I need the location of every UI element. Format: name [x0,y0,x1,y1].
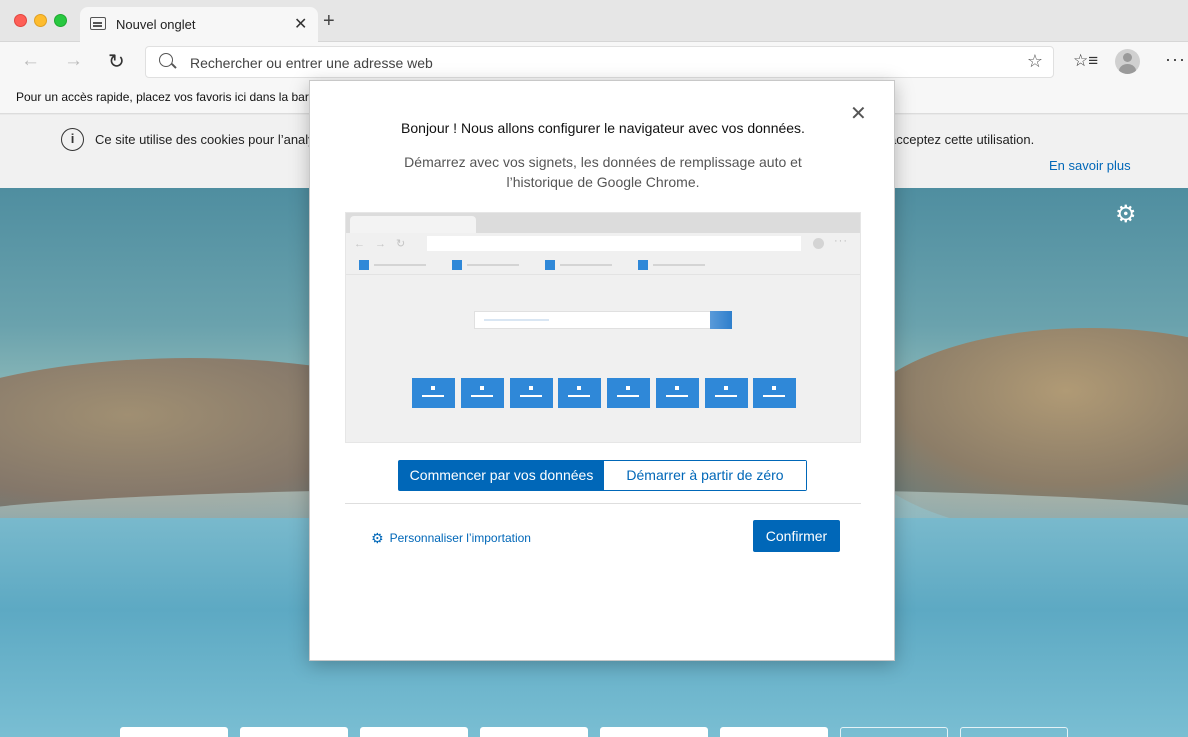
illustration-more-icon: ··· [834,235,848,247]
browser-illustration: ←→↻ ··· [345,212,861,443]
quick-link-tile[interactable] [120,727,228,737]
address-input[interactable] [190,54,1010,72]
settings-gear-icon: ⚙ [371,530,384,546]
quick-link-tile[interactable] [840,727,948,737]
quick-link-tile[interactable] [600,727,708,737]
illustration-search-button [710,311,732,329]
window-minimize-button[interactable] [34,14,47,27]
toolbar: ← → ↻ ☆ ☆≡ ··· [0,42,1188,82]
illustration-divider [346,274,860,275]
start-from-scratch-button[interactable]: Démarrer à partir de zéro [604,461,806,490]
search-icon [159,53,173,67]
illustration-favorite-label [467,264,519,266]
customize-import-label: Personnaliser l’importation [389,531,531,545]
illustration-favorite-label [653,264,705,266]
dialog-title: Bonjour ! Nous allons configurer le navi… [401,120,805,136]
profile-avatar[interactable] [1115,49,1140,74]
illustration-tile [705,378,748,408]
info-icon: i [61,128,84,151]
illustration-tile [461,378,504,408]
cookie-text-right: acceptez cette utilisation. [889,132,1035,147]
address-bar[interactable]: ☆ [145,46,1054,78]
illustration-avatar [813,238,824,249]
quick-link-tile[interactable] [360,727,468,737]
illustration-tab [350,216,476,233]
illustration-search-box [474,311,712,329]
reload-button[interactable]: ↻ [108,49,125,74]
window-close-button[interactable] [14,14,27,27]
tab-close-icon[interactable]: ✕ [294,14,307,34]
import-dialog: ✕ Bonjour ! Nous allons configurer le na… [309,80,895,661]
illustration-tile [510,378,553,408]
illustration-tile [558,378,601,408]
cookie-text-left: Ce site utilise des cookies pour l’analy [95,132,315,147]
illustration-favorite-label [374,264,426,266]
tab-strip: Nouvel onglet ✕ + [0,0,1188,42]
illustration-favorite-icon [452,260,462,270]
forward-button[interactable]: → [64,50,83,72]
back-button[interactable]: ← [21,50,40,72]
customize-import-link[interactable]: ⚙ Personnaliser l’importation [371,531,531,545]
dialog-subtitle: Démarrez avec vos signets, les données d… [404,154,802,190]
add-favorite-icon[interactable]: ☆ [1027,51,1043,72]
illustration-tile [607,378,650,408]
window-zoom-button[interactable] [54,14,67,27]
illustration-nav-icons: ←→↻ [354,238,416,250]
illustration-favorite-icon [638,260,648,270]
import-choice-toggle: Commencer par vos données Démarrer à par… [398,460,807,491]
quick-link-tile[interactable] [240,727,348,737]
quick-link-tile[interactable] [480,727,588,737]
more-options-icon[interactable]: ··· [1165,49,1186,70]
confirm-button[interactable]: Confirmer [753,520,840,552]
favorites-bar-hint: Pour un accès rapide, placez vos favoris… [16,90,320,104]
new-tab-page-icon [90,17,106,30]
quick-link-tile[interactable] [720,727,828,737]
use-your-data-button[interactable]: Commencer par vos données [399,461,604,490]
illustration-tile [656,378,699,408]
page-settings-icon[interactable]: ⚙ [1115,203,1137,227]
illustration-favorite-icon [359,260,369,270]
illustration-address-bar [427,236,801,251]
illustration-favorite-icon [545,260,555,270]
browser-tab[interactable]: Nouvel onglet ✕ [80,7,318,42]
quick-link-tile[interactable] [960,727,1068,737]
learn-more-link[interactable]: En savoir plus [1049,158,1131,173]
illustration-favorite-label [560,264,612,266]
tab-title: Nouvel onglet [116,17,196,32]
dialog-divider [345,503,861,504]
new-tab-button[interactable]: + [323,11,335,31]
favorites-list-icon[interactable]: ☆≡ [1073,51,1098,71]
illustration-tile [753,378,796,408]
illustration-tile [412,378,455,408]
